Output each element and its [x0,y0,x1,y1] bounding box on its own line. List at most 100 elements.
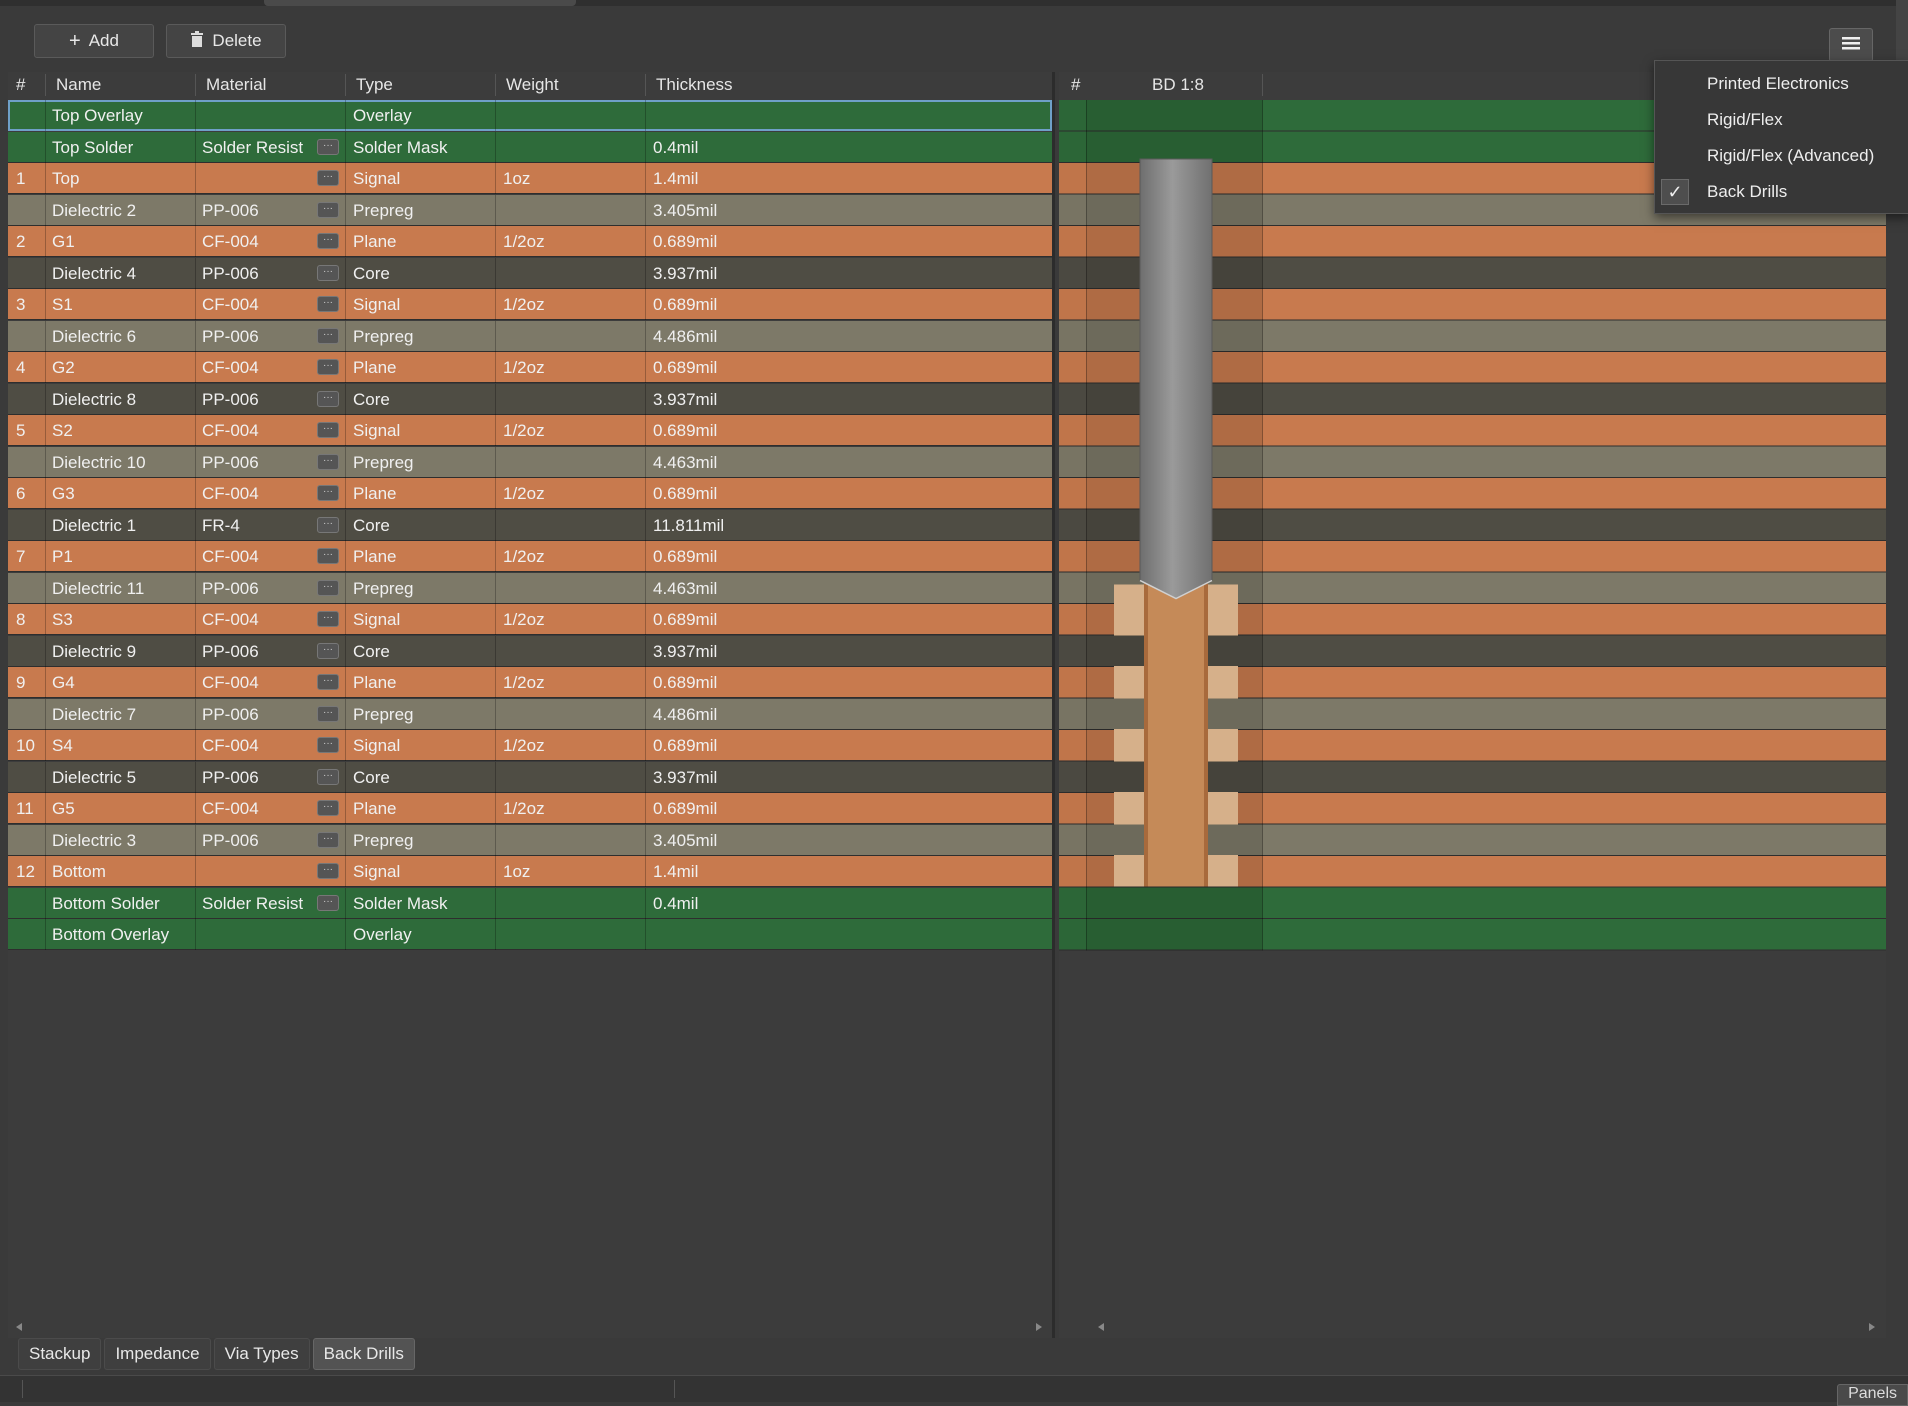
material-picker-button[interactable]: ··· [317,264,339,281]
menu-item-back-drills[interactable]: ✓ Back Drills [1655,173,1908,209]
material-picker-button[interactable]: ··· [317,800,339,816]
table-row[interactable]: Dielectric 3 PP-006 Prepreg 3.405mil ··· [8,824,1052,856]
table-row[interactable]: Dielectric 7 PP-006 Prepreg 4.486mil ··· [8,698,1052,730]
material-picker-button[interactable]: ··· [317,894,339,911]
material-picker-button[interactable]: ··· [317,548,339,564]
table-row[interactable]: 9 G4 CF-004 Plane 1/2oz 0.689mil ··· [8,667,1052,698]
drill-horizontal-scrollbar[interactable] [1059,1316,1886,1338]
material-picker-button[interactable]: ··· [317,705,339,722]
table-row[interactable]: 11 G5 CF-004 Plane 1/2oz 0.689mil ··· [8,793,1052,824]
cell-thickness: 0.689mil [653,484,718,503]
cell-material: PP-006 [202,263,259,283]
material-picker-button[interactable]: ··· [317,327,339,344]
bottom-tab-bar: Stackup Impedance Via Types Back Drills [18,1338,415,1370]
cell-thickness: 0.689mil [653,295,718,314]
delete-button[interactable]: Delete [166,24,286,58]
col-header-num[interactable]: # [16,75,25,95]
material-picker-button[interactable]: ··· [317,170,339,186]
table-row[interactable]: 6 G3 CF-004 Plane 1/2oz 0.689mil ··· [8,478,1052,509]
table-row[interactable]: Dielectric 1 FR-4 Core 11.811mil ··· [8,509,1052,541]
table-row[interactable]: Top Solder Solder Resist Solder Mask 0.4mil… [8,131,1052,163]
material-picker-button[interactable]: ··· [317,831,339,848]
cell-thickness: 0.4mil [653,893,699,913]
cell-name: S2 [52,421,73,440]
cell-name: Dielectric 5 [52,767,137,787]
menu-button[interactable] [1829,28,1873,62]
table-row[interactable]: 3 S1 CF-004 Signal 1/2oz 0.689mil ··· [8,289,1052,320]
material-picker-button[interactable]: ··· [317,422,339,438]
cell-material: PP-006 [202,200,259,220]
menu-item-rigid-flex-advanced[interactable]: Rigid/Flex (Advanced) [1655,137,1908,173]
cell-material: CF-004 [202,610,259,629]
material-picker-button[interactable]: ··· [317,233,339,249]
table-row[interactable]: Dielectric 2 PP-006 Prepreg 3.405mil ··· [8,194,1052,226]
col-header-thickness[interactable]: Thickness [656,75,733,95]
cell-num: 6 [16,484,26,503]
col-header-weight[interactable]: Weight [506,75,559,95]
table-row[interactable]: Dielectric 4 PP-006 Core 3.937mil ··· [8,257,1052,289]
tab-via-types[interactable]: Via Types [213,1338,310,1370]
material-picker-button[interactable]: ··· [317,453,339,470]
table-row[interactable]: Dielectric 9 PP-006 Core 3.937mil ··· [8,635,1052,667]
material-picker-button[interactable]: ··· [317,485,339,501]
table-row[interactable]: Dielectric 8 PP-006 Core 3.937mil ··· [8,383,1052,415]
table-row[interactable]: Dielectric 6 PP-006 Prepreg 4.486mil ··· [8,320,1052,352]
tab-stackup[interactable]: Stackup [18,1338,102,1370]
cell-name: Dielectric 9 [52,641,137,661]
cell-thickness: 1.4mil [653,862,699,881]
table-row[interactable]: 1 Top Signal 1oz 1.4mil ··· [8,163,1052,194]
table-row[interactable]: 8 S3 CF-004 Signal 1/2oz 0.689mil ··· [8,604,1052,635]
menu-item-rigid-flex[interactable]: Rigid/Flex [1655,101,1908,137]
material-picker-button[interactable]: ··· [317,296,339,312]
back-drill-bit [1139,158,1213,600]
col-header-type[interactable]: Type [356,75,393,95]
cell-name: Bottom Solder [52,893,160,913]
material-picker-button[interactable]: ··· [317,516,339,533]
table-row[interactable]: Dielectric 10 PP-006 Prepreg 4.463mil ··· [8,446,1052,478]
menu-item-printed-electronics[interactable]: Printed Electronics [1655,65,1908,101]
cell-material: Solder Resist [202,893,304,913]
add-button[interactable]: + Add [34,24,154,58]
table-row[interactable]: Dielectric 11 PP-006 Prepreg 4.463mil ··· [8,572,1052,604]
panels-button[interactable]: Panels [1837,1384,1908,1406]
table-row[interactable]: 2 G1 CF-004 Plane 1/2oz 0.689mil ··· [8,226,1052,257]
table-row[interactable]: 12 Bottom Signal 1oz 1.4mil ··· [8,856,1052,887]
material-picker-button[interactable]: ··· [317,768,339,785]
side-panel-edge[interactable] [1896,0,1908,60]
col-header-name[interactable]: Name [56,75,101,95]
tab-impedance[interactable]: Impedance [104,1338,211,1370]
cell-material: CF-004 [202,736,259,755]
horizontal-scrollbar[interactable] [8,1316,1052,1338]
table-row[interactable]: Top Overlay Overlay [8,100,1052,131]
cell-type: Core [353,515,390,535]
cell-type: Solder Mask [353,893,448,913]
table-row[interactable]: 7 P1 CF-004 Plane 1/2oz 0.689mil ··· [8,541,1052,572]
menu-item-label: Rigid/Flex [1707,110,1783,129]
table-row[interactable]: Dielectric 5 PP-006 Core 3.937mil ··· [8,761,1052,793]
material-picker-button[interactable]: ··· [317,674,339,690]
material-picker-button[interactable]: ··· [317,138,339,155]
material-picker-button[interactable]: ··· [317,390,339,407]
table-row[interactable]: 10 S4 CF-004 Signal 1/2oz 0.689mil ··· [8,730,1052,761]
table-row[interactable]: Bottom Solder Solder Resist Solder Mask 0.4… [8,887,1052,919]
material-picker-button[interactable]: ··· [317,863,339,879]
cell-name: Bottom [52,862,106,881]
material-picker-button[interactable]: ··· [317,579,339,596]
material-picker-button[interactable]: ··· [317,359,339,375]
cell-name: Dielectric 1 [52,515,137,535]
table-row[interactable]: 4 G2 CF-004 Plane 1/2oz 0.689mil ··· [8,352,1052,383]
material-picker-button[interactable]: ··· [317,201,339,218]
table-row[interactable]: 5 S2 CF-004 Signal 1/2oz 0.689mil ··· [8,415,1052,446]
cell-name: Dielectric 6 [52,326,137,346]
cell-thickness: 0.689mil [653,673,718,692]
cell-type: Signal [353,610,401,629]
col-header-material[interactable]: Material [206,75,266,95]
toolbar: + Add Delete [0,6,1908,68]
tab-back-drills[interactable]: Back Drills [312,1338,415,1370]
cell-type: Signal [353,169,401,188]
table-row[interactable]: Bottom Overlay Overlay [8,919,1052,950]
material-picker-button[interactable]: ··· [317,611,339,627]
cell-thickness: 0.4mil [653,137,699,157]
material-picker-button[interactable]: ··· [317,642,339,659]
material-picker-button[interactable]: ··· [317,737,339,753]
